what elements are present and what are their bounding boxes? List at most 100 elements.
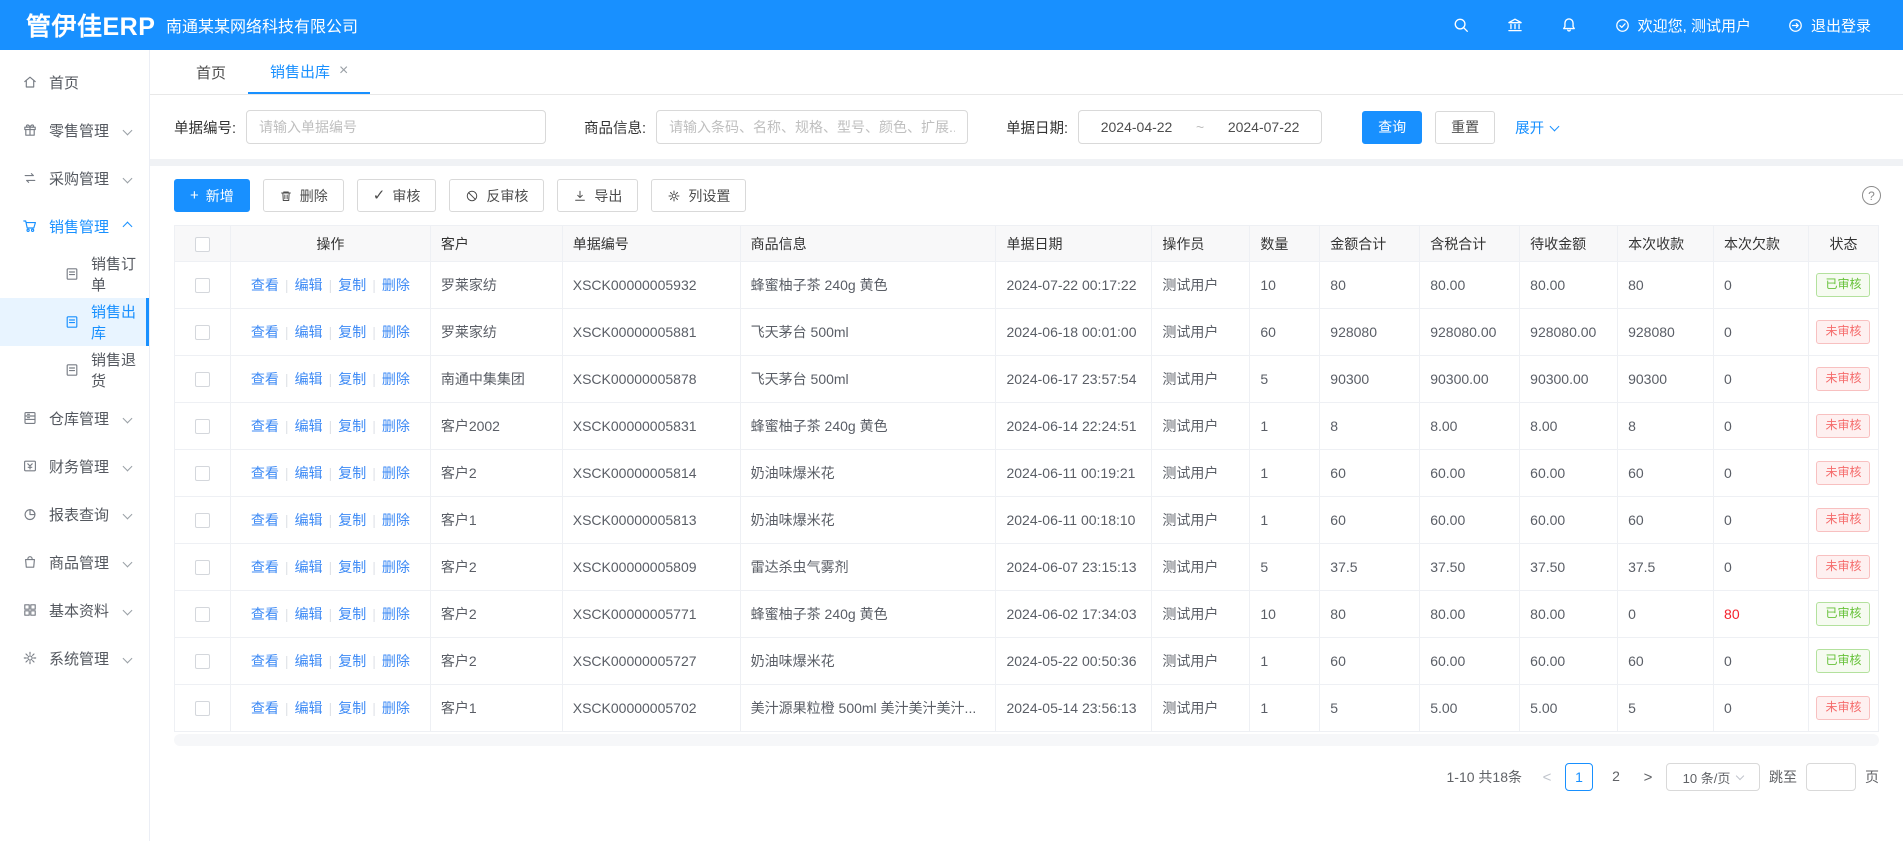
copy-link[interactable]: 复制	[338, 418, 366, 434]
welcome-user[interactable]: 欢迎您, 测试用户	[1614, 15, 1751, 36]
sidebar-item-report[interactable]: 报表查询	[0, 490, 149, 538]
copy-link[interactable]: 复制	[338, 700, 366, 716]
view-link[interactable]: 查看	[251, 371, 279, 387]
unaudit-button[interactable]: 反审核	[449, 179, 544, 212]
delete-link[interactable]: 删除	[382, 700, 410, 716]
page-size-select[interactable]: 10 条/页	[1666, 763, 1760, 791]
view-link[interactable]: 查看	[251, 559, 279, 575]
sidebar-item-sales[interactable]: 销售管理	[0, 202, 149, 250]
audit-button[interactable]: ✓审核	[357, 179, 437, 212]
sidebar-item-sales-order[interactable]: 销售订单	[0, 250, 149, 298]
row-checkbox[interactable]	[195, 466, 210, 481]
copy-link[interactable]: 复制	[338, 653, 366, 669]
add-button[interactable]: +新增	[174, 179, 250, 212]
row-checkbox[interactable]	[195, 372, 210, 387]
select-all-checkbox[interactable]	[195, 237, 210, 252]
bell-icon[interactable]	[1560, 16, 1578, 34]
sidebar-item-goods[interactable]: 商品管理	[0, 538, 149, 586]
view-link[interactable]: 查看	[251, 653, 279, 669]
copy-link[interactable]: 复制	[338, 512, 366, 528]
doc-no-input[interactable]	[246, 110, 546, 144]
view-link[interactable]: 查看	[251, 700, 279, 716]
next-page-button[interactable]: >	[1639, 769, 1657, 786]
row-checkbox[interactable]	[195, 654, 210, 669]
delete-link[interactable]: 删除	[382, 324, 410, 340]
copy-link[interactable]: 复制	[338, 465, 366, 481]
tab-home[interactable]: 首页	[174, 50, 248, 94]
sidebar-item-system[interactable]: 系统管理	[0, 634, 149, 682]
bank-icon[interactable]	[1506, 16, 1524, 34]
view-link[interactable]: 查看	[251, 465, 279, 481]
sidebar-item-finance[interactable]: 财务管理	[0, 442, 149, 490]
help-icon[interactable]: ?	[1862, 186, 1881, 205]
view-link[interactable]: 查看	[251, 277, 279, 293]
delete-link[interactable]: 删除	[382, 559, 410, 575]
product-input[interactable]	[656, 110, 968, 144]
copy-link[interactable]: 复制	[338, 371, 366, 387]
search-icon[interactable]	[1452, 16, 1470, 34]
jump-page-input[interactable]	[1806, 763, 1856, 791]
row-checkbox[interactable]	[195, 419, 210, 434]
expand-link[interactable]: 展开	[1515, 117, 1558, 138]
sidebar-item-home[interactable]: 首页	[0, 58, 149, 106]
delete-button[interactable]: 删除	[263, 179, 344, 212]
delete-link[interactable]: 删除	[382, 653, 410, 669]
edit-link[interactable]: 编辑	[295, 324, 323, 340]
edit-link[interactable]: 编辑	[295, 277, 323, 293]
copy-link[interactable]: 复制	[338, 277, 366, 293]
row-actions-cell: 查看|编辑|复制|删除	[230, 497, 430, 544]
column-settings-button[interactable]: 列设置	[651, 179, 746, 212]
reset-button[interactable]: 重置	[1435, 111, 1495, 144]
sidebar-item-warehouse[interactable]: 仓库管理	[0, 394, 149, 442]
edit-link[interactable]: 编辑	[295, 418, 323, 434]
row-checkbox[interactable]	[195, 560, 210, 575]
edit-link[interactable]: 编辑	[295, 653, 323, 669]
copy-link[interactable]: 复制	[338, 559, 366, 575]
delete-link[interactable]: 删除	[382, 512, 410, 528]
view-link[interactable]: 查看	[251, 418, 279, 434]
export-button[interactable]: 导出	[557, 179, 638, 212]
row-checkbox[interactable]	[195, 325, 210, 340]
edit-link[interactable]: 编辑	[295, 606, 323, 622]
delete-link[interactable]: 删除	[382, 371, 410, 387]
view-link[interactable]: 查看	[251, 512, 279, 528]
date-end[interactable]: 2024-07-22	[1206, 119, 1321, 135]
cell-value: 0	[1724, 653, 1732, 669]
row-checkbox[interactable]	[195, 607, 210, 622]
date-range-picker[interactable]: 2024-04-22 ~ 2024-07-22	[1078, 110, 1322, 144]
sidebar-item-basic[interactable]: 基本资料	[0, 586, 149, 634]
sidebar-item-purchase[interactable]: 采购管理	[0, 154, 149, 202]
edit-link[interactable]: 编辑	[295, 465, 323, 481]
delete-link[interactable]: 删除	[382, 465, 410, 481]
sidebar-item-sales-return[interactable]: 销售退货	[0, 346, 149, 394]
edit-link[interactable]: 编辑	[295, 371, 323, 387]
search-button[interactable]: 查询	[1362, 111, 1422, 144]
status-badge: 未审核	[1816, 461, 1870, 485]
copy-link[interactable]: 复制	[338, 606, 366, 622]
delete-link[interactable]: 删除	[382, 418, 410, 434]
logout-button[interactable]: 退出登录	[1787, 15, 1871, 36]
finance-icon	[22, 458, 38, 474]
edit-link[interactable]: 编辑	[295, 512, 323, 528]
horizontal-scrollbar[interactable]	[174, 734, 1879, 746]
view-link[interactable]: 查看	[251, 324, 279, 340]
row-checkbox[interactable]	[195, 701, 210, 716]
prev-page-button[interactable]: <	[1538, 769, 1556, 786]
view-link[interactable]: 查看	[251, 606, 279, 622]
date-start[interactable]: 2024-04-22	[1079, 119, 1194, 135]
copy-link[interactable]: 复制	[338, 324, 366, 340]
row-checkbox[interactable]	[195, 513, 210, 528]
tab-sales-outbound[interactable]: 销售出库×	[248, 50, 370, 94]
page-button-1[interactable]: 1	[1565, 763, 1593, 791]
edit-link[interactable]: 编辑	[295, 700, 323, 716]
close-icon[interactable]: ×	[339, 63, 348, 79]
sidebar-item-sales-outbound[interactable]: 销售出库	[0, 298, 149, 346]
sidebar-item-retail[interactable]: 零售管理	[0, 106, 149, 154]
delete-link[interactable]: 删除	[382, 277, 410, 293]
delete-link[interactable]: 删除	[382, 606, 410, 622]
cell-amount: 80	[1320, 262, 1420, 309]
edit-link[interactable]: 编辑	[295, 559, 323, 575]
page-button-2[interactable]: 2	[1602, 763, 1630, 791]
row-checkbox[interactable]	[195, 278, 210, 293]
cell-receivable: 60.00	[1520, 450, 1618, 497]
